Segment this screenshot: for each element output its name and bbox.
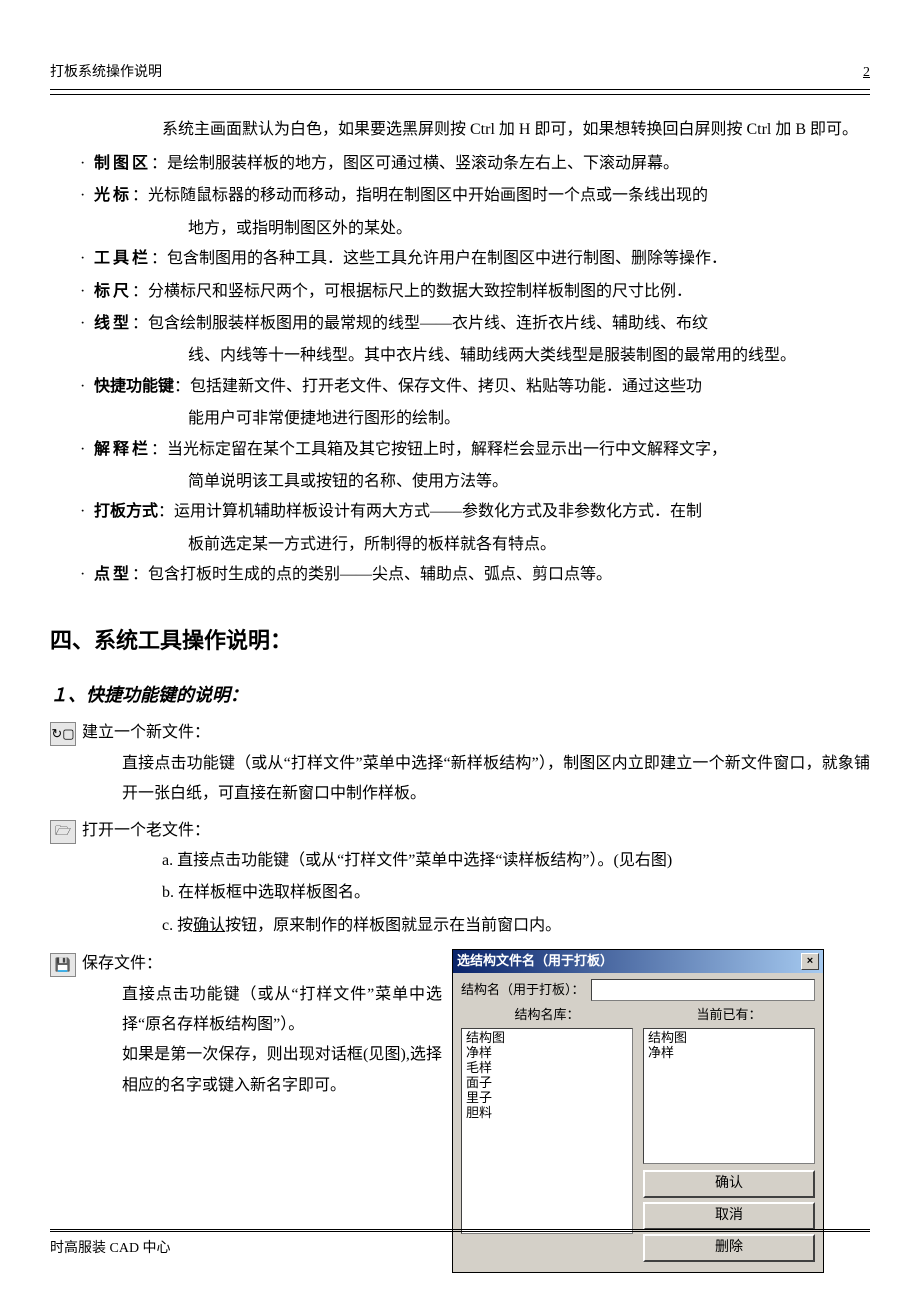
definition-text: ：是绘制服装样板的地方，图区可通过横、竖滚动条左右上、下滚动屏幕。: [151, 149, 870, 179]
bullet-mark: ·: [80, 497, 94, 527]
abc-item: b. 在样板框中选取样板图名。: [162, 878, 870, 908]
page-footer: 时高服装 CAD 中心: [50, 1229, 870, 1263]
bullet-mark: ·: [80, 560, 94, 590]
abc-text: 直接点击功能键（或从“打样文件”菜单中选择“读样板结构”）。(见右图): [177, 852, 672, 869]
structure-name-input[interactable]: [591, 979, 815, 1001]
save-file-icon: 💾: [50, 953, 76, 977]
bullet-mark: ·: [80, 309, 94, 339]
library-label: 结构名库：: [461, 1007, 633, 1024]
bullet-mark: ·: [80, 181, 94, 211]
dialog-title-text: 选结构文件名（用于打板）: [457, 953, 613, 970]
list-item[interactable]: 里子: [466, 1091, 628, 1106]
definition-term: 工具栏: [94, 244, 151, 274]
definition-text: ：包含绘制服装样板图用的最常规的线型——衣片线、连折衣片线、辅助线、布纹: [132, 309, 870, 339]
definition-term: 标尺: [94, 277, 132, 307]
definition-text: ：当光标定留在某个工具箱及其它按钮上时，解释栏会显示出一行中文解释文字，: [151, 435, 870, 465]
list-item[interactable]: 面子: [466, 1076, 628, 1091]
definition-item: ·制图区：是绘制服装样板的地方，图区可通过横、竖滚动条左右上、下滚动屏幕。: [80, 149, 870, 179]
close-icon[interactable]: ×: [801, 953, 819, 970]
definition-item: ·标尺：分横标尺和竖标尺两个，可根据标尺上的数据大致控制样板制图的尺寸比例．: [80, 277, 870, 307]
intro-paragraph: 系统主画面默认为白色，如果要选黑屏则按 Ctrl 加 H 即可，如果想转换回白屏…: [130, 115, 870, 145]
definition-term: 制图区: [94, 149, 151, 179]
shortcut-title: 保存文件：: [82, 949, 442, 979]
subsection-heading: １、快捷功能键的说明：: [50, 678, 870, 712]
current-label: 当前已有：: [643, 1007, 815, 1024]
definition-text: ：光标随鼠标器的移动而移动，指明在制图区中开始画图时一个点或一条线出现的: [132, 181, 870, 211]
definition-item: ·工具栏：包含制图用的各种工具．这些工具允许用户在制图区中进行制图、删除等操作．: [80, 244, 870, 274]
definition-text: ：运用计算机辅助样板设计有两大方式——参数化方式及非参数化方式．在制: [158, 497, 870, 527]
new-file-icon: ↻▢: [50, 722, 76, 746]
definition-list: ·制图区：是绘制服装样板的地方，图区可通过横、竖滚动条左右上、下滚动屏幕。·光标…: [80, 149, 870, 590]
definition-text: ：分横标尺和竖标尺两个，可根据标尺上的数据大致控制样板制图的尺寸比例．: [132, 277, 870, 307]
library-listbox[interactable]: 结构图净样毛样面子里子胆料: [461, 1028, 633, 1234]
definition-item: ·点型：包含打板时生成的点的类别——尖点、辅助点、弧点、剪口点等。: [80, 560, 870, 590]
definition-text: ：包含打板时生成的点的类别——尖点、辅助点、弧点、剪口点等。: [132, 560, 870, 590]
abc-text: 在样板框中选取样板图名。: [178, 884, 370, 901]
shortcut-item-new: ↻▢ 建立一个新文件： 直接点击功能键（或从“打样文件”菜单中选择“新样板结构”…: [50, 718, 870, 809]
definition-item: ·打板方式：运用计算机辅助样板设计有两大方式——参数化方式及非参数化方式．在制: [80, 497, 870, 527]
header-title: 打板系统操作说明: [50, 60, 162, 87]
section-heading: 四、系统工具操作说明：: [50, 620, 870, 662]
definition-text-cont: 能用户可非常便捷地进行图形的绘制。: [188, 404, 870, 434]
definition-term: 光标: [94, 181, 132, 211]
footer-text: 时高服装 CAD 中心: [50, 1241, 171, 1256]
bullet-mark: ·: [80, 149, 94, 179]
definition-term: 点型: [94, 560, 132, 590]
save-dialog: 选结构文件名（用于打板） × 结构名（用于打板）： 结构名库： 结构图净样毛样面…: [452, 949, 824, 1273]
dialog-titlebar: 选结构文件名（用于打板） ×: [453, 950, 823, 973]
definition-item: ·光标：光标随鼠标器的移动而移动，指明在制图区中开始画图时一个点或一条线出现的: [80, 181, 870, 211]
definition-text: ：包含制图用的各种工具．这些工具允许用户在制图区中进行制图、删除等操作．: [151, 244, 870, 274]
definition-item: ·快捷功能键：包括建新文件、打开老文件、保存文件、拷贝、粘贴等功能．通过这些功: [80, 372, 870, 402]
shortcut-item-save: 💾 保存文件： 直接点击功能键（或从“打样文件”菜单中选择“原名存样板结构图”）…: [50, 949, 870, 1273]
definition-term: 解释栏: [94, 435, 151, 465]
definition-text-cont: 地方，或指明制图区外的某处。: [188, 214, 870, 244]
definition-text-cont: 线、内线等十一种线型。其中衣片线、辅助线两大类线型是服装制图的最常用的线型。: [188, 341, 870, 371]
shortcut-title: 打开一个老文件：: [82, 816, 870, 846]
shortcut-body: 直接点击功能键（或从“打样文件”菜单中选择“新样板结构”），制图区内立即建立一个…: [122, 749, 870, 810]
list-item[interactable]: 净样: [648, 1046, 810, 1061]
header-page-number: 2: [863, 60, 870, 87]
cancel-button[interactable]: 取消: [643, 1202, 815, 1230]
shortcut-body: 直接点击功能键（或从“打样文件”菜单中选择“原名存样板结构图”）。: [122, 980, 442, 1041]
list-item[interactable]: 毛样: [466, 1061, 628, 1076]
list-item[interactable]: 结构图: [466, 1031, 628, 1046]
shortcut-title: 建立一个新文件：: [82, 718, 870, 748]
definition-text-cont: 简单说明该工具或按钮的名称、使用方法等。: [188, 467, 870, 497]
list-item[interactable]: 净样: [466, 1046, 628, 1061]
abc-item: c. 按确认按钮，原来制作的样板图就显示在当前窗口内。: [162, 911, 870, 941]
abc-list: a. 直接点击功能键（或从“打样文件”菜单中选择“读样板结构”）。(见右图) b…: [162, 846, 870, 941]
underline-confirm: 确认: [193, 917, 225, 934]
page-header: 打板系统操作说明 2: [50, 60, 870, 90]
shortcut-body: 如果是第一次保存，则出现对话框(见图),选择相应的名字或键入新名字即可。: [122, 1040, 442, 1101]
header-rule: [50, 94, 870, 95]
definition-text-cont: 板前选定某一方式进行，所制得的板样就各有特点。: [188, 530, 870, 560]
field-label: 结构名（用于打板）：: [461, 982, 585, 999]
shortcut-item-open: 🗁 打开一个老文件： a. 直接点击功能键（或从“打样文件”菜单中选择“读样板结…: [50, 816, 870, 944]
definition-term: 快捷功能键: [94, 372, 174, 402]
list-item[interactable]: 结构图: [648, 1031, 810, 1046]
definition-text: ：包括建新文件、打开老文件、保存文件、拷贝、粘贴等功能．通过这些功: [174, 372, 870, 402]
bullet-mark: ·: [80, 244, 94, 274]
bullet-mark: ·: [80, 372, 94, 402]
abc-item: a. 直接点击功能键（或从“打样文件”菜单中选择“读样板结构”）。(见右图): [162, 846, 870, 876]
definition-term: 打板方式: [94, 497, 158, 527]
definition-term: 线型: [94, 309, 132, 339]
bullet-mark: ·: [80, 435, 94, 465]
current-listbox[interactable]: 结构图净样: [643, 1028, 815, 1164]
open-file-icon: 🗁: [50, 820, 76, 844]
definition-item: ·解释栏：当光标定留在某个工具箱及其它按钮上时，解释栏会显示出一行中文解释文字，: [80, 435, 870, 465]
ok-button[interactable]: 确认: [643, 1170, 815, 1198]
definition-item: ·线型：包含绘制服装样板图用的最常规的线型——衣片线、连折衣片线、辅助线、布纹: [80, 309, 870, 339]
list-item[interactable]: 胆料: [466, 1106, 628, 1121]
bullet-mark: ·: [80, 277, 94, 307]
